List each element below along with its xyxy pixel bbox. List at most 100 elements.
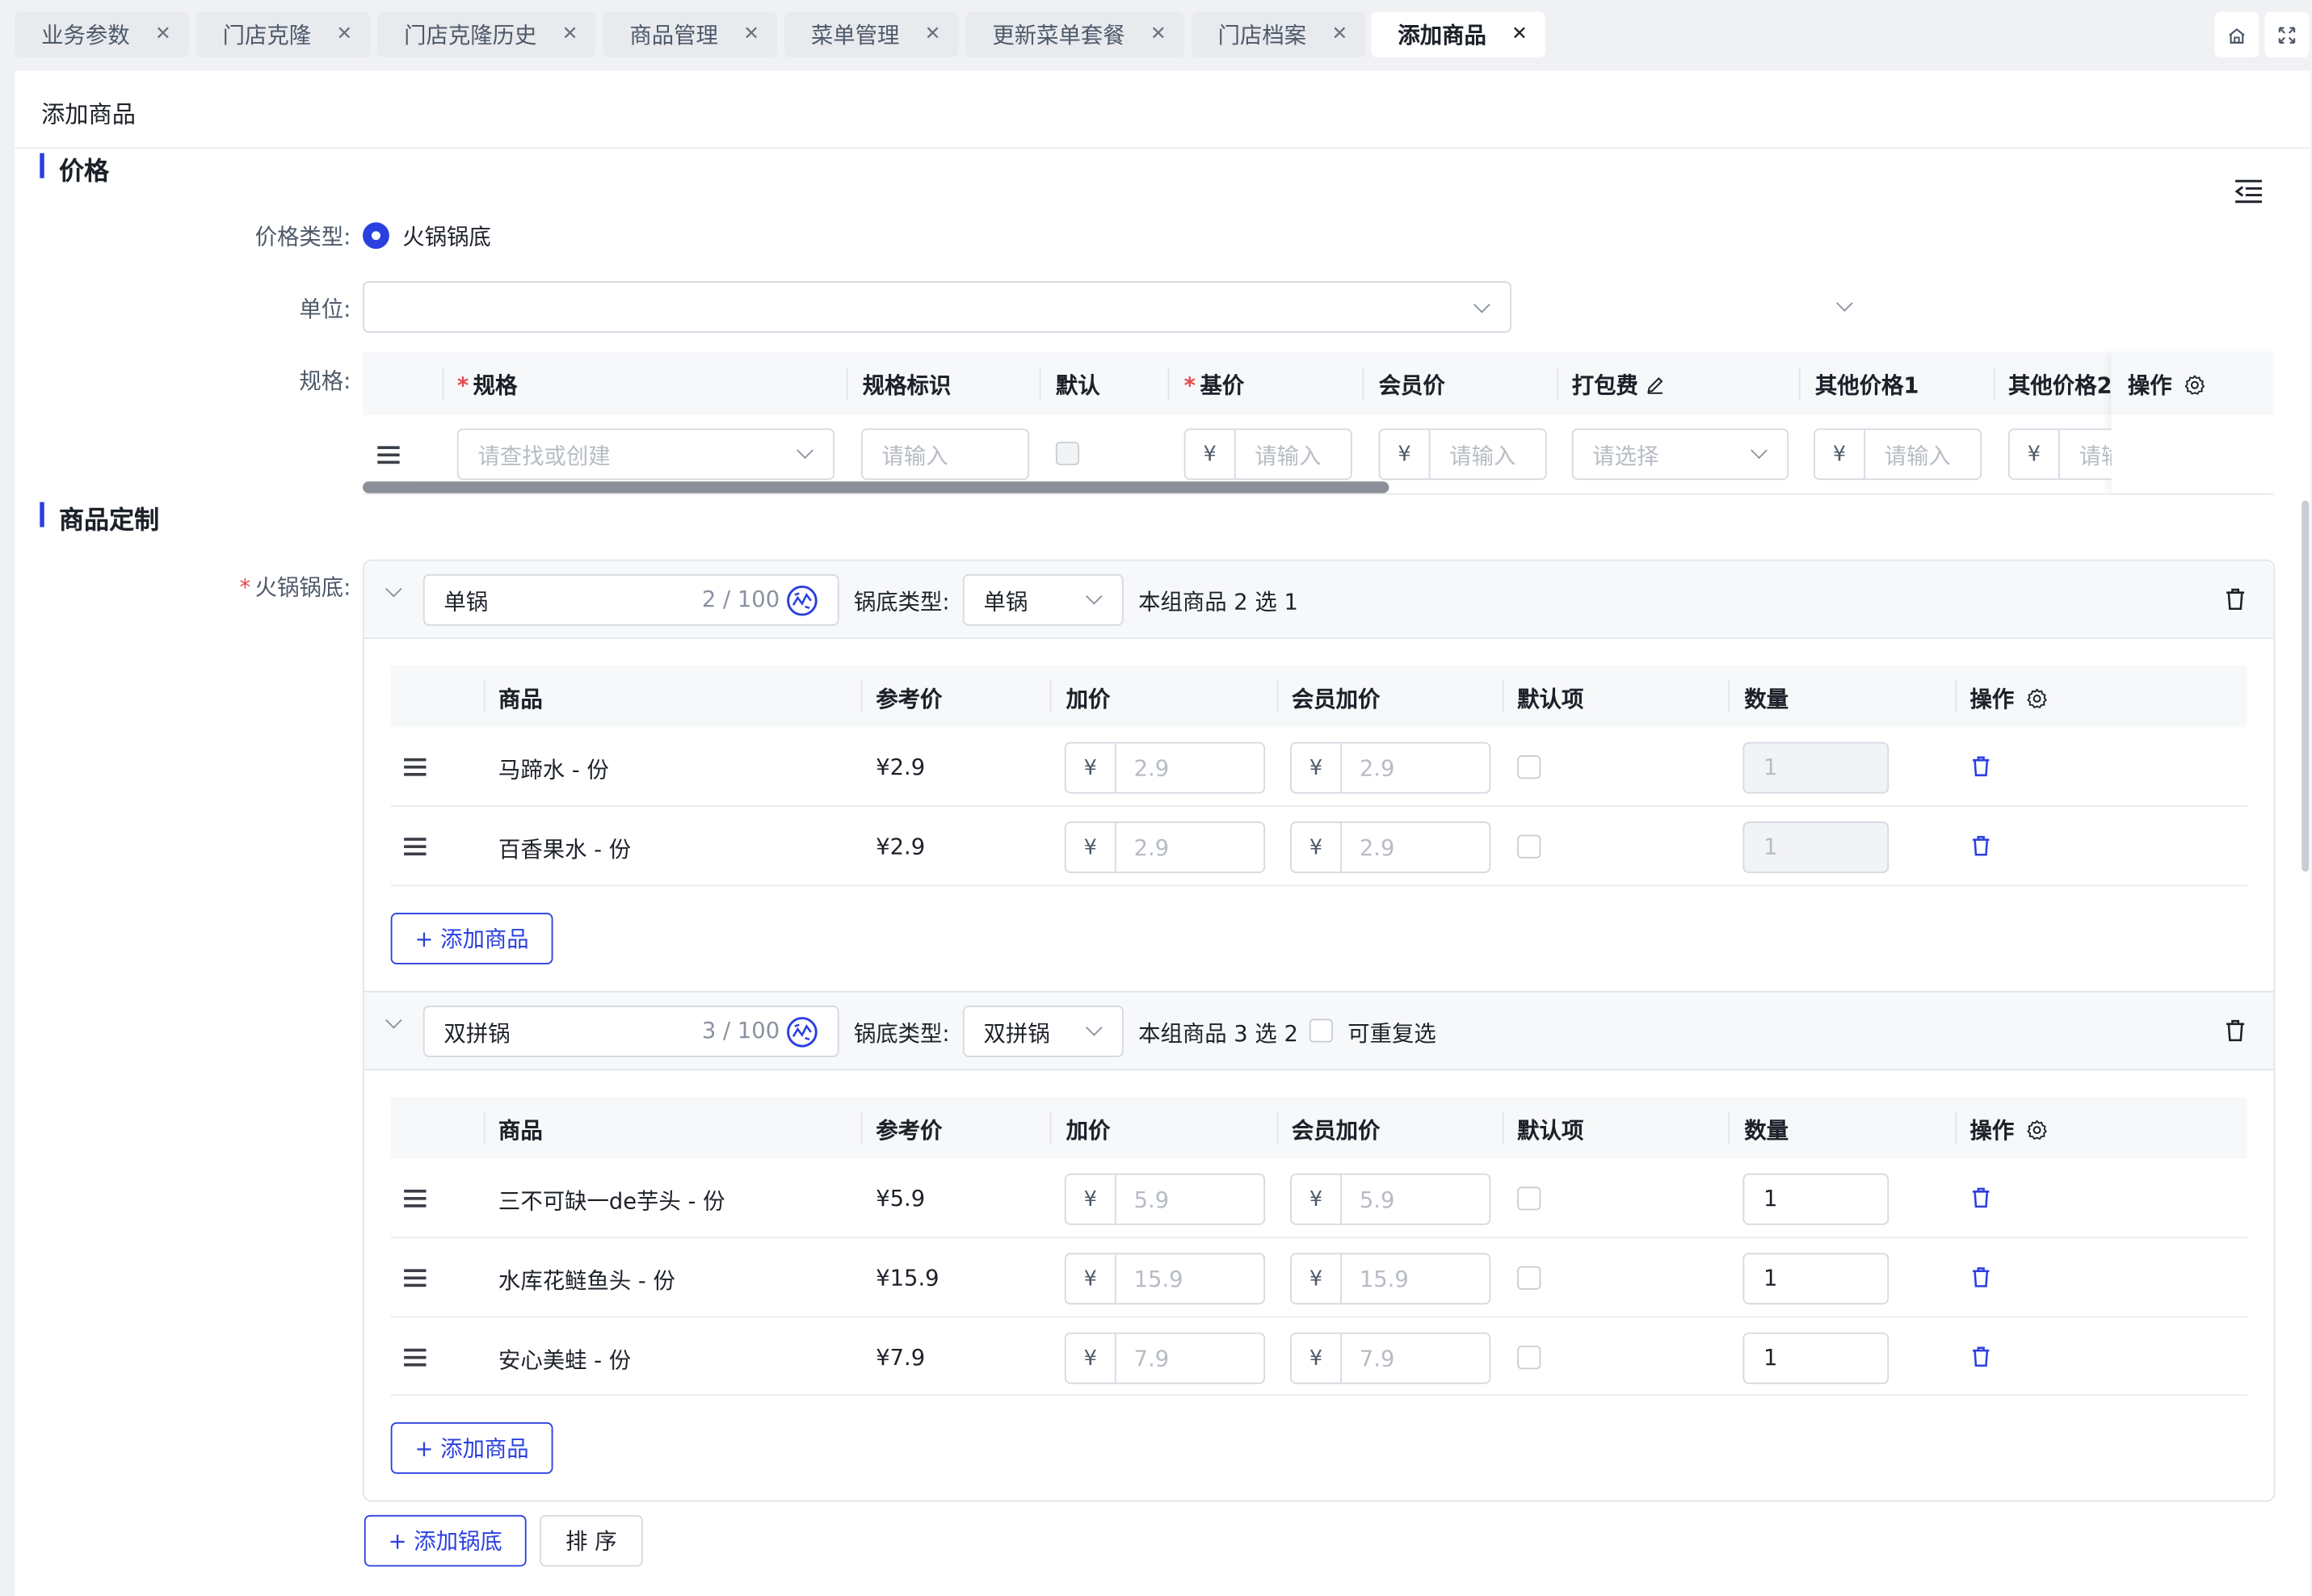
spec-select[interactable]: 请查找或创建 — [456, 428, 835, 481]
section-marker — [40, 502, 44, 527]
delete-icon[interactable] — [2225, 587, 2246, 611]
close-icon[interactable]: ✕ — [925, 23, 941, 45]
translate-icon[interactable] — [786, 1016, 818, 1048]
quantity-input[interactable]: 1 — [1742, 741, 1890, 794]
member-add-price-input[interactable]: ¥5.9 — [1290, 1173, 1491, 1225]
product-name: 百香果水 - 份 — [498, 836, 632, 863]
product-name: 安心美蛙 - 份 — [498, 1346, 632, 1374]
pot-type-label: 锅底类型: — [853, 589, 950, 615]
tab-label: 门店克隆 — [222, 22, 312, 49]
close-icon[interactable]: ✕ — [336, 23, 352, 45]
gear-icon[interactable] — [2026, 1119, 2048, 1140]
other-price-1-input[interactable]: ¥ 请输入 — [1814, 428, 1982, 481]
drag-handle-icon[interactable] — [404, 1269, 427, 1287]
tab-product-management[interactable]: 商品管理 ✕ — [603, 11, 777, 58]
delete-icon[interactable] — [1971, 835, 1990, 857]
base-price-input[interactable]: ¥ 请输入 — [1183, 428, 1352, 481]
drag-handle-icon[interactable] — [404, 1189, 427, 1208]
tab-add-product[interactable]: 添加商品 ✕ — [1371, 11, 1545, 58]
close-icon[interactable]: ✕ — [743, 23, 759, 45]
delete-icon[interactable] — [1971, 1346, 1990, 1367]
home-icon[interactable] — [2214, 11, 2259, 58]
page-scrollbar[interactable] — [2301, 500, 2310, 872]
drag-handle-icon[interactable] — [404, 1348, 427, 1367]
group-name-input[interactable]: 单锅 2 / 100 — [422, 573, 839, 626]
close-icon[interactable]: ✕ — [1331, 23, 1347, 45]
member-add-price-input[interactable]: ¥2.9 — [1290, 821, 1491, 873]
member-add-price-input[interactable]: ¥7.9 — [1290, 1332, 1491, 1384]
spec-id-input[interactable]: 请输入 — [860, 428, 1030, 481]
fullscreen-icon[interactable] — [2264, 11, 2310, 58]
pot-type-select[interactable]: 双拼锅 — [962, 1006, 1124, 1057]
edit-icon[interactable] — [1646, 376, 1665, 395]
spec-label: 规格: — [299, 368, 351, 395]
packing-fee-select[interactable]: 请选择 — [1571, 428, 1789, 481]
ref-price: ¥2.9 — [876, 833, 926, 860]
add-price-input[interactable]: ¥7.9 — [1064, 1332, 1266, 1384]
default-checkbox[interactable] — [1055, 441, 1080, 466]
tab-store-clone-history[interactable]: 门店克隆历史 ✕ — [377, 11, 596, 58]
default-item-checkbox[interactable] — [1517, 1186, 1541, 1211]
default-item-checkbox[interactable] — [1517, 834, 1541, 859]
unit-select[interactable] — [363, 281, 1853, 333]
tab-label: 添加商品 — [1398, 22, 1486, 49]
repeat-select-checkbox[interactable] — [1309, 1018, 1334, 1043]
tab-label: 菜单管理 — [810, 22, 900, 49]
col-base-price: * 基价 — [1183, 372, 1245, 400]
close-icon[interactable]: ✕ — [1511, 23, 1528, 45]
other-price-2-input[interactable]: ¥请输 — [2007, 428, 2112, 481]
group-summary: 本组商品 3 选 2 — [1138, 1020, 1298, 1048]
quantity-input[interactable]: 1 — [1742, 1173, 1890, 1225]
pot-type-select[interactable]: 单锅 — [962, 573, 1124, 626]
tab-store-profile[interactable]: 门店档案 ✕ — [1191, 11, 1366, 58]
hotpot-base-label: * 火锅锅底: — [239, 573, 351, 601]
outline-toggle-icon[interactable] — [2232, 177, 2264, 206]
col-actions: 操作 — [2128, 370, 2206, 401]
add-product-button[interactable]: + 添加商品 — [390, 1422, 553, 1474]
default-item-checkbox[interactable] — [1517, 755, 1541, 779]
col-other-price-1: 其他价格1 — [1814, 372, 1919, 400]
col-spec-id: 规格标识 — [862, 372, 952, 400]
quantity-input[interactable]: 1 — [1742, 821, 1890, 873]
group-name-input[interactable]: 双拼锅 3 / 100 — [422, 1006, 839, 1057]
close-icon[interactable]: ✕ — [1150, 23, 1167, 45]
tab-menu-management[interactable]: 菜单管理 ✕ — [784, 11, 959, 58]
col-add-price: 加价 — [1066, 1117, 1111, 1144]
delete-icon[interactable] — [1971, 1266, 1990, 1288]
price-type-option: 火锅锅底 — [402, 224, 491, 250]
close-icon[interactable]: ✕ — [155, 23, 171, 45]
ref-price: ¥5.9 — [876, 1185, 926, 1212]
drag-handle-icon[interactable] — [404, 758, 427, 776]
translate-icon[interactable] — [786, 585, 818, 617]
member-price-input[interactable]: ¥ 请输入 — [1378, 428, 1547, 481]
add-price-input[interactable]: ¥2.9 — [1064, 741, 1266, 794]
horizontal-scrollbar[interactable] — [363, 481, 1389, 494]
custom-section-title: 商品定制 — [59, 506, 160, 536]
radio-selected[interactable] — [363, 222, 389, 250]
default-item-checkbox[interactable] — [1517, 1346, 1541, 1370]
product-name: 马蹄水 - 份 — [498, 756, 609, 783]
tab-store-clone[interactable]: 门店克隆 ✕ — [195, 11, 371, 58]
tab-business-params[interactable]: 业务参数 ✕ — [15, 11, 189, 58]
quantity-input[interactable]: 1 — [1742, 1253, 1890, 1305]
quantity-input[interactable]: 1 — [1742, 1332, 1890, 1384]
close-icon[interactable]: ✕ — [562, 23, 578, 45]
sort-button[interactable]: 排 序 — [540, 1514, 643, 1567]
gear-icon[interactable] — [2026, 687, 2048, 709]
add-pot-base-button[interactable]: + 添加锅底 — [364, 1514, 527, 1567]
add-price-input[interactable]: ¥15.9 — [1064, 1253, 1266, 1305]
member-add-price-input[interactable]: ¥2.9 — [1290, 741, 1491, 794]
delete-icon[interactable] — [1971, 1186, 1990, 1208]
gear-icon[interactable] — [2184, 374, 2206, 396]
delete-icon[interactable] — [2225, 1018, 2246, 1042]
default-item-checkbox[interactable] — [1517, 1266, 1541, 1290]
delete-icon[interactable] — [1971, 755, 1990, 777]
member-add-price-input[interactable]: ¥15.9 — [1290, 1253, 1491, 1305]
tab-update-menu-set[interactable]: 更新菜单套餐 ✕ — [965, 11, 1184, 58]
add-price-input[interactable]: ¥2.9 — [1064, 821, 1266, 873]
drag-handle-icon[interactable] — [404, 838, 427, 855]
drag-handle-icon[interactable] — [377, 446, 400, 464]
tab-label: 业务参数 — [41, 22, 130, 49]
add-product-button[interactable]: + 添加商品 — [390, 913, 553, 964]
add-price-input[interactable]: ¥5.9 — [1064, 1173, 1266, 1225]
